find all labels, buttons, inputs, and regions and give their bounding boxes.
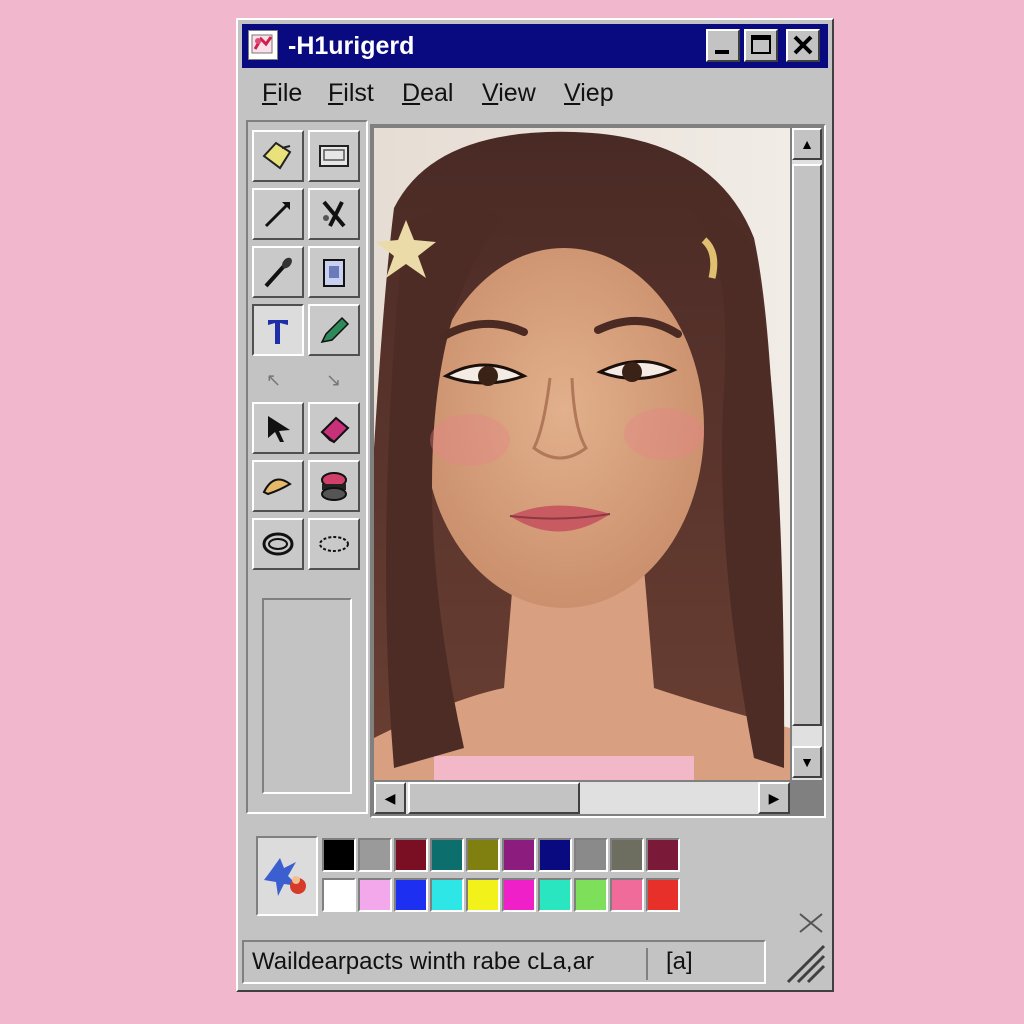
text-t-icon [268,320,288,344]
palette-swatch[interactable] [466,878,500,912]
menu-viep[interactable]: Viep [564,78,614,108]
airbrush-tool[interactable] [308,188,360,240]
canvas[interactable] [374,128,790,780]
brush-tool[interactable] [252,246,304,298]
stamp-icon [321,472,347,501]
eraser-icon [320,416,350,444]
eraser-tool[interactable] [308,402,360,454]
window-title: -H1urigerd [288,32,415,60]
palette-swatch[interactable] [430,878,464,912]
line-arrow-icon [264,202,290,228]
status-coordinates: [a] [666,948,693,975]
pointer-tool[interactable] [252,402,304,454]
palette-swatch[interactable] [322,838,356,872]
toolbox: ↖ ↘ [246,120,368,814]
scroll-down-button[interactable]: ▼ [792,746,822,778]
curve-icon [262,478,292,496]
canvas-frame: ▲ ▼ ◀ ▶ [370,124,826,818]
left-arrow-icon: ↖ [266,370,282,390]
color-splash-icon [264,858,306,896]
right-arrow-icon: ↘ [326,370,342,390]
screen-select-icon [319,145,349,167]
scroll-right-button[interactable]: ▶ [758,782,790,814]
menu-view[interactable]: View [482,78,536,108]
curve-tool[interactable] [252,460,304,512]
vertical-scrollbar[interactable]: ▲ ▼ [792,128,822,780]
clipboard-icon [323,259,345,287]
dotted-ellipse-icon [319,536,349,552]
palette-swatch[interactable] [646,878,680,912]
color-palette [246,824,828,934]
minimize-icon [715,50,729,54]
maximize-button[interactable] [744,29,778,62]
line-tool[interactable] [252,188,304,240]
palette-swatch[interactable] [466,838,500,872]
maximize-icon [751,35,771,54]
scroll-left-button[interactable]: ◀ [374,782,406,814]
palette-swatch[interactable] [646,838,680,872]
pencil-tool[interactable] [308,304,360,356]
paint-window: -H1urigerd File Filst Deal View Viep ↖ ↘… [236,18,834,992]
spray-icon [322,200,346,228]
palette-swatch[interactable] [610,878,644,912]
arrow-pointer-icon [268,416,290,442]
palette-swatch[interactable] [394,838,428,872]
status-bar: Waildearpacts winth rabe cLa,ar [a] [242,938,828,986]
tool-options-panel[interactable] [262,598,352,794]
app-icon [248,30,278,60]
scroll-up-button[interactable]: ▲ [792,128,822,160]
down-arrow-icon: ▼ [800,754,814,770]
status-separator [646,948,648,980]
paint-bucket-icon [262,141,292,170]
horizontal-scrollbar[interactable]: ◀ ▶ [374,782,790,814]
palette-swatch[interactable] [574,838,608,872]
text-tool[interactable] [252,304,304,356]
palette-swatch[interactable] [358,878,392,912]
current-colors[interactable] [256,836,318,916]
menu-file[interactable]: File [262,78,302,108]
right-arrow-icon: ▶ [768,789,780,806]
title-bar[interactable]: -H1urigerd [242,24,828,68]
palette-swatch[interactable] [574,878,608,912]
ellipse-icon [262,532,294,556]
copy-tool[interactable] [308,246,360,298]
palette-swatch[interactable] [322,878,356,912]
menu-bar: File Filst Deal View Viep [242,72,828,116]
rectangle-select-tool[interactable] [308,130,360,182]
horizontal-scroll-thumb[interactable] [408,782,580,814]
close-button[interactable] [786,29,820,62]
resize-grip-icon[interactable] [778,940,826,984]
palette-swatch[interactable] [610,838,644,872]
palette-swatch[interactable] [502,878,536,912]
vertical-scroll-thumb[interactable] [792,164,822,726]
status-field: Waildearpacts winth rabe cLa,ar [a] [242,940,766,984]
palette-swatch[interactable] [502,838,536,872]
palette-swatch[interactable] [538,878,572,912]
palette-swatch[interactable] [538,838,572,872]
ellipse-tool[interactable] [252,518,304,570]
palette-swatch[interactable] [430,838,464,872]
menu-deal[interactable]: Deal [402,78,453,108]
portrait-image [374,128,790,780]
dotted-ellipse-tool[interactable] [308,518,360,570]
pencil-icon [320,316,350,344]
status-text: Waildearpacts winth rabe cLa,ar [252,948,594,975]
scissors-icon[interactable] [796,910,826,936]
left-arrow-icon: ◀ [384,789,396,806]
fill-tool[interactable] [252,130,304,182]
up-arrow-icon: ▲ [800,136,814,152]
minimize-button[interactable] [706,29,740,62]
brush-icon [264,257,292,288]
stamp-tool[interactable] [308,460,360,512]
close-icon [793,35,813,55]
palette-swatch[interactable] [358,838,392,872]
menu-filst[interactable]: Filst [328,78,374,108]
palette-swatch[interactable] [394,878,428,912]
